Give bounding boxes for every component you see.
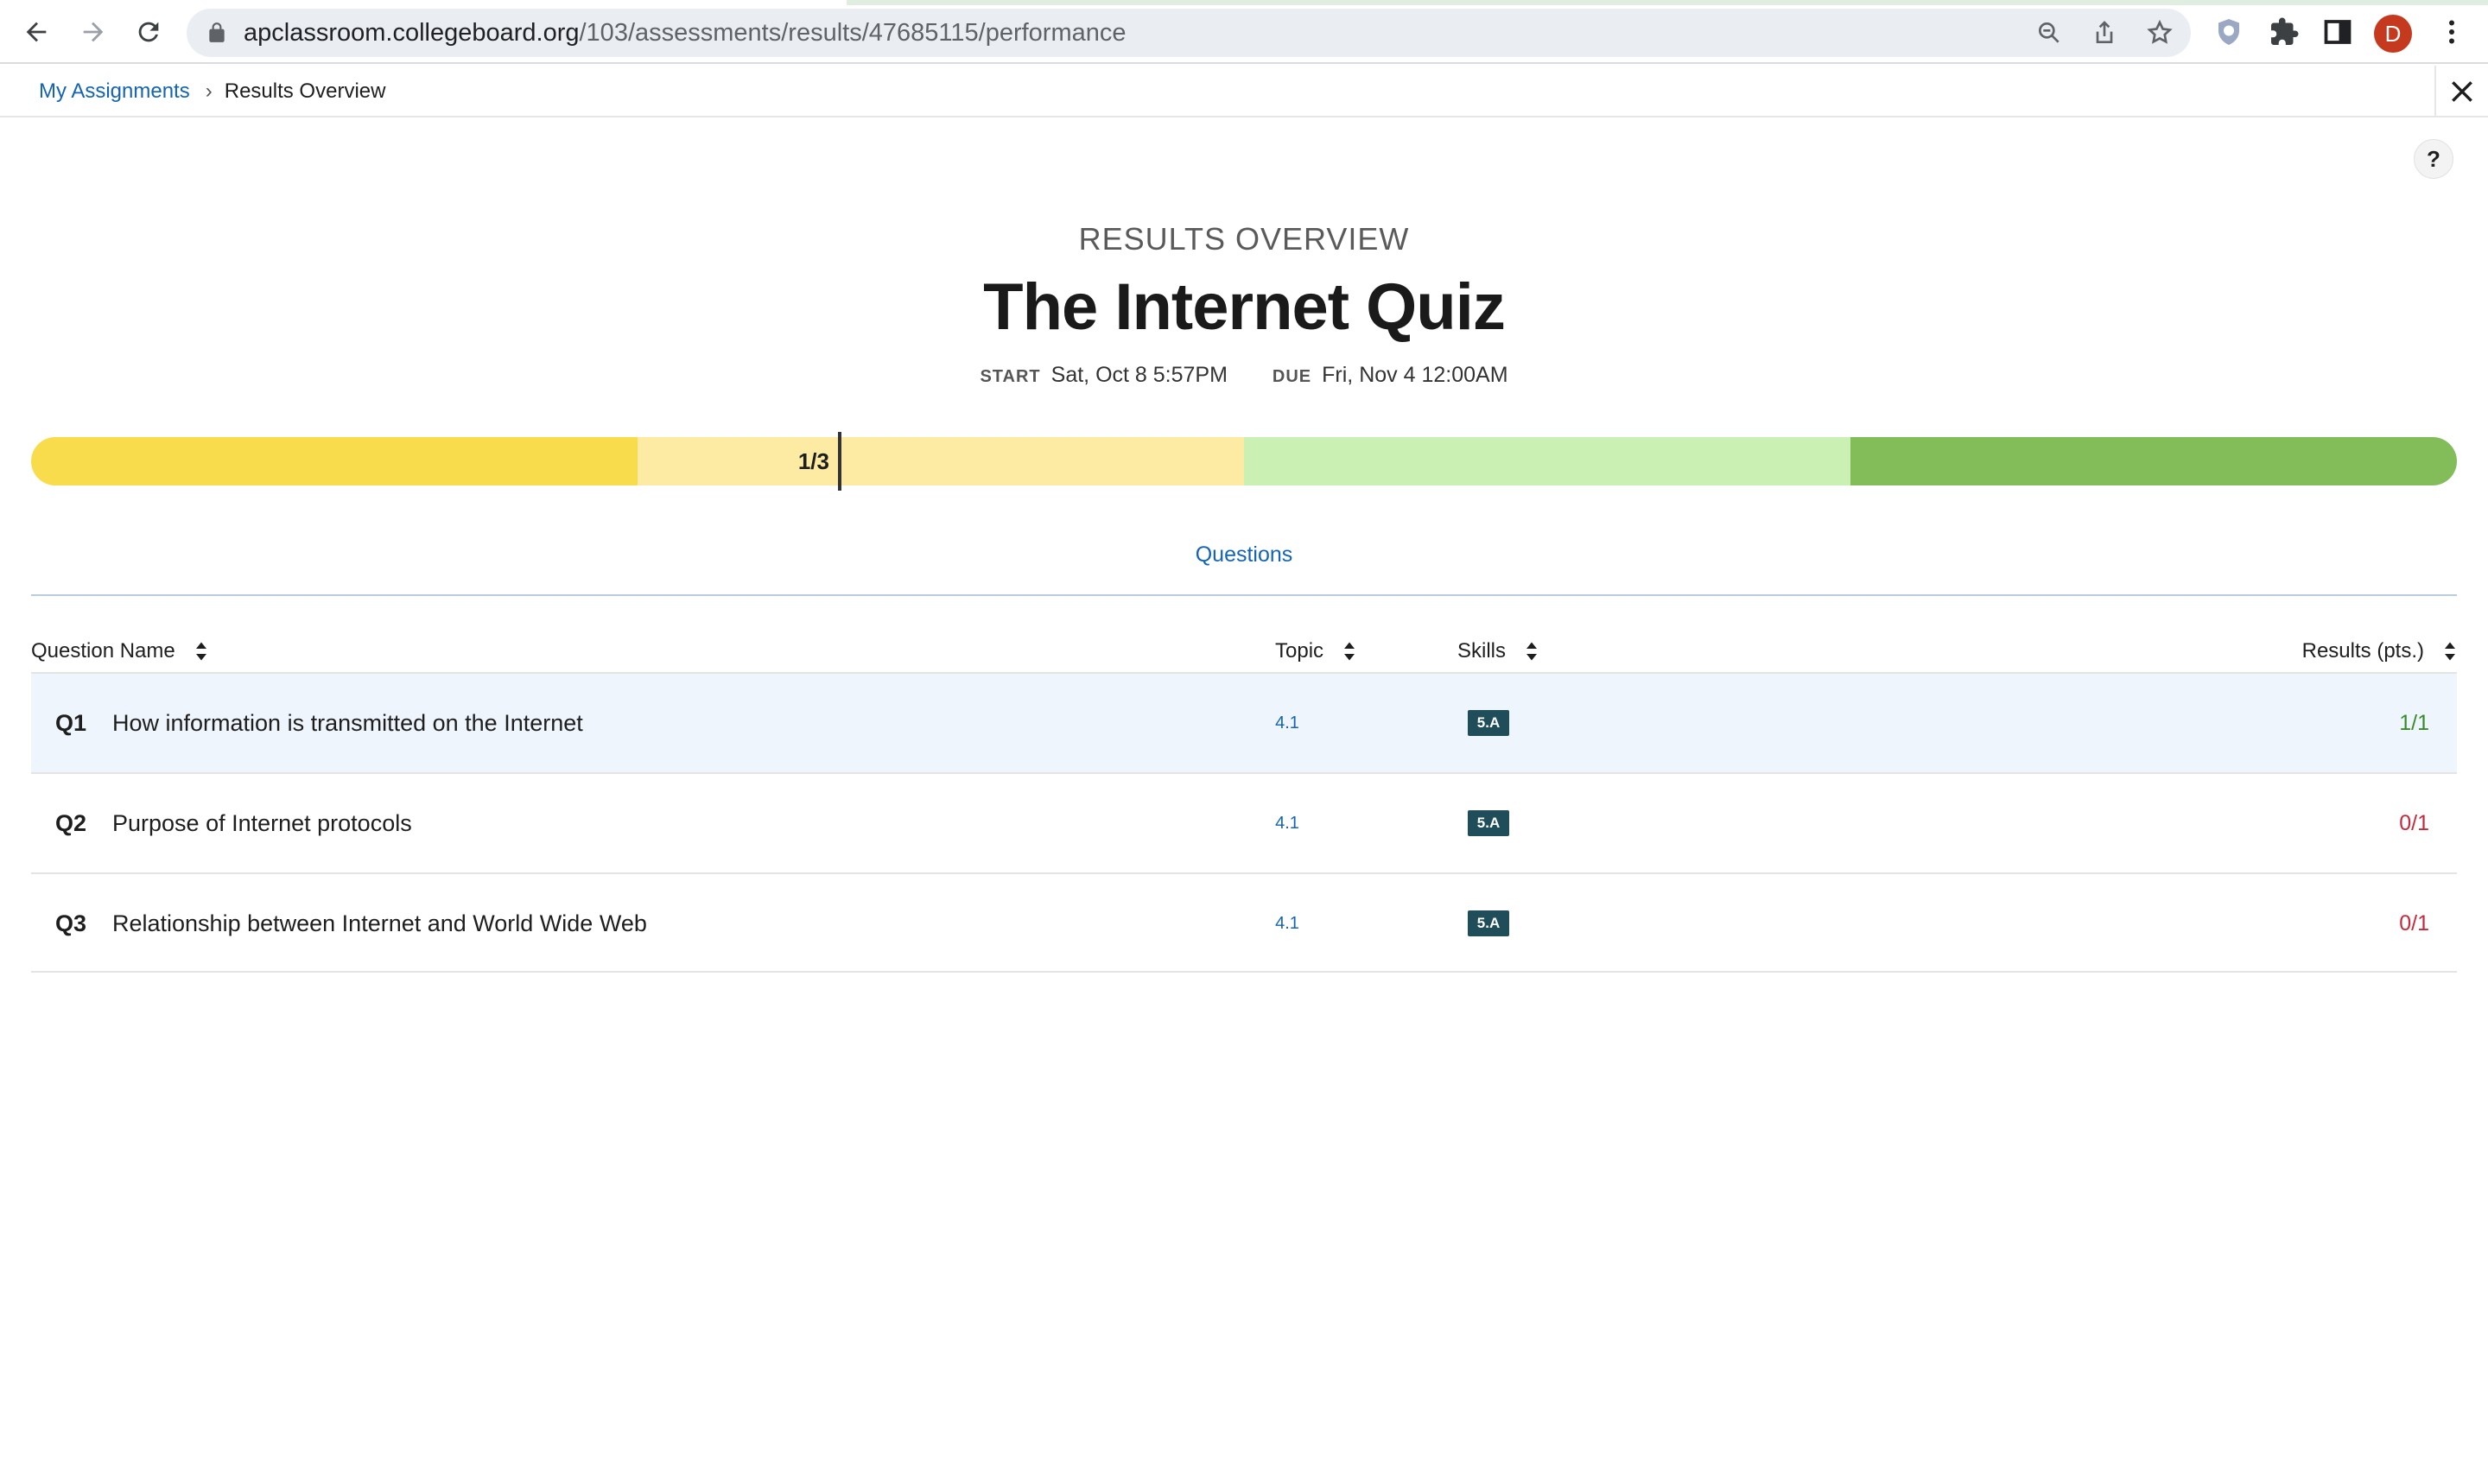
- skill-badge: 5.A: [1468, 710, 1509, 736]
- start-label: START: [980, 367, 1041, 386]
- tab-questions[interactable]: Questions: [0, 542, 2488, 568]
- table-bottom-border: [31, 971, 2457, 973]
- question-result: 0/1: [2399, 911, 2429, 935]
- score-band-1: [31, 437, 638, 485]
- page-overline: RESULTS OVERVIEW: [1078, 221, 1410, 257]
- lock-icon: [209, 22, 225, 42]
- url-host: apclassroom.collegeboard.org: [244, 19, 580, 47]
- profile-avatar[interactable]: D: [2374, 15, 2412, 53]
- url-path: /103/assessments/results/47685115/perfor…: [579, 19, 1127, 47]
- question-name[interactable]: Relationship between Internet and World …: [112, 874, 647, 973]
- question-number: Q1: [55, 710, 87, 736]
- more-menu-icon[interactable]: [2436, 16, 2467, 48]
- breadcrumb-current: Results Overview: [224, 79, 386, 103]
- forward-icon[interactable]: [76, 15, 111, 49]
- browser-toolbar: apclassroom.collegeboard.org/103/assessm…: [0, 0, 2488, 64]
- due-label: DUE: [1272, 367, 1312, 386]
- breadcrumb-my-assignments[interactable]: My Assignments: [39, 79, 190, 104]
- side-panel-icon[interactable]: [2322, 16, 2353, 48]
- skill-badge: 5.A: [1468, 910, 1509, 936]
- column-question-name-label: Question Name: [31, 639, 175, 663]
- close-button[interactable]: [2434, 66, 2488, 117]
- reload-icon[interactable]: [131, 15, 166, 49]
- due-date: Fri, Nov 4 12:00AM: [1322, 363, 1508, 387]
- table-row[interactable]: Q3 Relationship between Internet and Wor…: [31, 872, 2457, 973]
- column-topic[interactable]: Topic: [1275, 631, 1356, 672]
- address-bar[interactable]: apclassroom.collegeboard.org/103/assessm…: [187, 9, 2191, 57]
- table-header: Question Name Topic Skills Results (pts.…: [31, 631, 2457, 672]
- column-results[interactable]: Results (pts.): [2302, 631, 2457, 672]
- chevron-right-icon: ›: [205, 79, 213, 103]
- tab-divider: [31, 594, 2457, 596]
- question-name[interactable]: How information is transmitted on the In…: [112, 674, 583, 772]
- page-title: The Internet Quiz: [983, 270, 1506, 344]
- sort-icon: [195, 642, 206, 661]
- page-load-indicator: [847, 0, 2488, 5]
- start-date: Sat, Oct 8 5:57PM: [1050, 363, 1228, 387]
- share-icon[interactable]: [2091, 19, 2118, 47]
- column-topic-label: Topic: [1275, 639, 1324, 663]
- score-band-2: [638, 437, 1244, 485]
- score-band-4: [1850, 437, 2457, 485]
- column-results-label: Results (pts.): [2301, 639, 2424, 663]
- question-result: 1/1: [2399, 711, 2429, 735]
- assignment-dates: START Sat, Oct 8 5:57PM DUE Fri, Nov 4 12:0…: [0, 363, 2488, 388]
- help-button[interactable]: ?: [2414, 139, 2453, 179]
- score-label: 1/3: [797, 448, 829, 474]
- topic-link[interactable]: 4.1: [1244, 674, 1330, 772]
- back-icon[interactable]: [19, 15, 54, 49]
- score-performance-bar: [31, 437, 2457, 485]
- question-name[interactable]: Purpose of Internet protocols: [112, 774, 412, 872]
- column-skills-label: Skills: [1457, 639, 1507, 663]
- bookmark-star-icon[interactable]: [2146, 19, 2174, 47]
- table-row[interactable]: Q1 How information is transmitted on the…: [31, 672, 2457, 772]
- close-icon: [2452, 81, 2472, 102]
- breadcrumb: My Assignments › Results Overview: [39, 66, 385, 117]
- question-result: 0/1: [2399, 811, 2429, 835]
- extensions-puzzle-icon[interactable]: [2269, 16, 2300, 48]
- table-row[interactable]: Q2 Purpose of Internet protocols 4.1 5.A…: [31, 772, 2457, 872]
- sort-icon: [1344, 642, 1355, 661]
- score-marker: [838, 432, 841, 491]
- question-number: Q3: [55, 910, 87, 936]
- score-band-3: [1244, 437, 1850, 485]
- shield-extension-icon[interactable]: [2213, 16, 2244, 48]
- question-number: Q2: [55, 810, 87, 836]
- topic-link[interactable]: 4.1: [1244, 774, 1330, 872]
- column-question-name[interactable]: Question Name: [31, 631, 208, 672]
- topic-link[interactable]: 4.1: [1244, 874, 1330, 973]
- sort-icon: [2445, 642, 2455, 661]
- app-header: My Assignments › Results Overview: [0, 66, 2488, 117]
- zoom-icon[interactable]: [2035, 19, 2063, 47]
- sort-icon: [1526, 642, 1538, 661]
- url-text: apclassroom.collegeboard.org/103/assessm…: [244, 9, 1127, 57]
- skill-badge: 5.A: [1468, 810, 1509, 836]
- column-skills[interactable]: Skills: [1457, 631, 1539, 672]
